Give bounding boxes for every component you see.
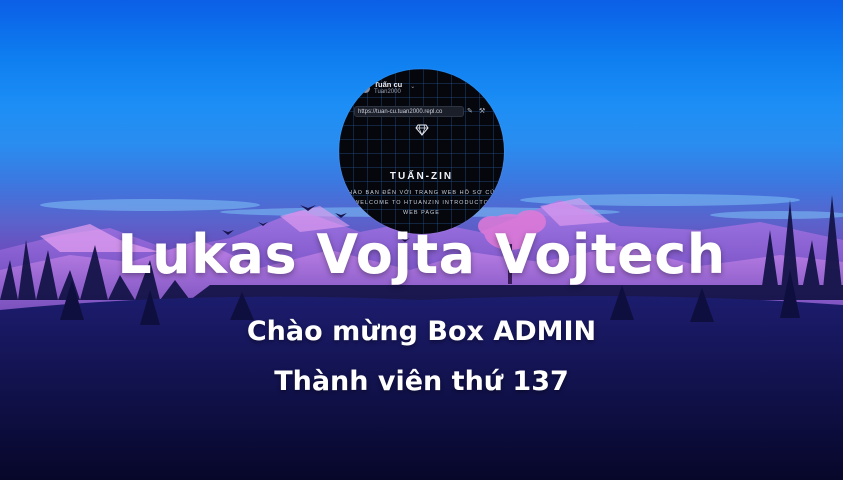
welcome-banner: Tuấn cu Tuan2000 ⌄ https://tuan-cu.tuan2… xyxy=(0,0,843,480)
chevron-down-icon: ⌄ xyxy=(410,83,416,90)
avatar-url-bar: https://tuan-cu.tuan2000.repl.co xyxy=(354,106,464,117)
avatar-brand-name: TUẤN-ZIN xyxy=(389,171,454,182)
avatar-user-handle: Tuan2000 xyxy=(374,89,401,95)
member-number-line: Thành viên thứ 137 xyxy=(274,366,569,397)
avatar-user-name: Tuấn cu xyxy=(374,80,403,89)
user-avatar-dot-icon xyxy=(361,84,370,93)
member-name-title: Lukas Vojta Vojtech xyxy=(117,223,726,286)
profile-avatar: Tuấn cu Tuan2000 ⌄ https://tuan-cu.tuan2… xyxy=(339,69,504,234)
welcome-subtitle: Chào mừng Box ADMIN xyxy=(246,316,597,347)
avatar-tagline-2: WELCOME TO HTUANZIN INTRODUCTO xyxy=(354,200,489,206)
diamond-logo-icon xyxy=(415,124,429,136)
avatar-tagline-1: CHÀO BẠN ĐẾN VỚI TRANG WEB HỒ SƠ CỦA xyxy=(343,190,500,196)
wrench-icon: ⚒ xyxy=(479,107,486,115)
pencil-icon: ✎ xyxy=(467,107,473,115)
avatar-user-chip: Tuấn cu Tuan2000 ⌄ xyxy=(361,81,415,96)
avatar-tagline-3: WEB PAGE xyxy=(403,210,440,216)
